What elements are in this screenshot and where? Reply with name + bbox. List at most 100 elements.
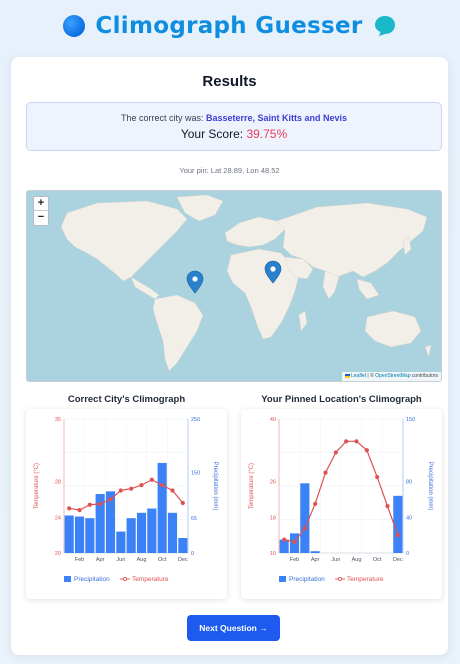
correct-city-name: Basseterre, Saint Kitts and Nevis xyxy=(205,113,348,123)
pinned-chart-title: Your Pinned Location's Climograph xyxy=(261,394,422,405)
temperature-point xyxy=(118,488,123,493)
x-tick: Aug xyxy=(137,557,147,563)
precip-bar xyxy=(167,512,178,553)
correct-chart-title: Correct City's Climograph xyxy=(67,394,186,405)
speech-bubble-icon xyxy=(374,16,395,36)
legend-precip-swatch xyxy=(279,576,286,582)
temperature-point xyxy=(323,470,328,475)
app-title: Climograph Guesser xyxy=(95,13,363,39)
ukraine-flag-icon xyxy=(344,373,350,378)
x-tick: Jun xyxy=(116,557,125,563)
zoom-out-button[interactable]: − xyxy=(34,211,48,225)
temperature-point xyxy=(129,486,134,491)
map-attribution: Leaflet | © OpenStreetMap contributors xyxy=(341,372,441,381)
correct-climograph-card: 20 24 28 35 0 65 150 250 Feb Apr Jun Aug Oct Dec Tempe… xyxy=(26,409,227,599)
y-right-axis-label: Precipitation (mm) xyxy=(212,462,218,511)
temperature-point xyxy=(354,439,359,444)
legend-precip-swatch xyxy=(64,576,71,582)
y-left-tick: 28 xyxy=(55,480,61,486)
legend-precip-label: Precipitation xyxy=(289,576,325,583)
temperature-point xyxy=(149,477,154,482)
temperature-point xyxy=(292,539,297,544)
osm-link[interactable]: OpenStreetMap xyxy=(375,373,410,379)
y-left-tick: 10 xyxy=(270,551,276,557)
legend-precip-label: Precipitation xyxy=(74,576,110,583)
score-line: Your Score: 39.75% xyxy=(27,127,441,141)
y-right-tick: 0 xyxy=(406,551,409,557)
legend-temp-marker xyxy=(338,576,343,581)
precip-bar xyxy=(64,515,74,553)
y-left-axis-label: Temperature (°C) xyxy=(249,463,255,509)
precip-bar xyxy=(300,483,310,553)
results-card: Results The correct city was: Basseterre… xyxy=(11,57,448,655)
precip-bar xyxy=(178,537,188,553)
map-zoom-control: + − xyxy=(33,196,49,226)
temperature-point xyxy=(98,501,103,506)
y-left-tick: 18 xyxy=(270,515,276,521)
results-title: Results xyxy=(202,73,257,90)
x-tick: Jun xyxy=(331,557,340,563)
x-tick: Oct xyxy=(158,557,167,563)
next-question-button[interactable]: Next Question → xyxy=(187,615,280,641)
temperature-point xyxy=(77,508,82,513)
pinned-climograph: 10 18 26 40 0 40 80 150 Feb Apr Jun Aug Oct Dec Temper… xyxy=(249,417,433,583)
legend-temp-label: Temperature xyxy=(347,576,384,583)
attribution-separator: | © xyxy=(366,373,376,379)
y-left-tick: 35 xyxy=(55,417,61,423)
y-right-tick: 250 xyxy=(191,417,200,423)
temperature-point xyxy=(170,488,175,493)
precip-bar xyxy=(147,508,157,553)
correct-city-prefix: The correct city was: xyxy=(120,113,204,123)
attribution-contributors: contributors xyxy=(410,373,438,379)
x-tick: Aug xyxy=(352,557,362,563)
temperature-point xyxy=(160,483,165,488)
y-right-tick: 80 xyxy=(406,480,412,486)
temperature-point xyxy=(385,504,390,509)
correct-city-line: The correct city was: Basseterre, Saint … xyxy=(27,113,441,123)
zoom-in-button[interactable]: + xyxy=(34,197,48,211)
y-left-tick: 26 xyxy=(270,480,276,486)
temperature-point xyxy=(108,497,113,502)
y-right-axis-label: Precipitation (mm) xyxy=(427,462,433,511)
precip-bar xyxy=(74,516,85,553)
precip-bar xyxy=(136,512,147,553)
x-tick: Apr xyxy=(96,557,105,563)
y-right-tick: 150 xyxy=(191,471,200,477)
temperature-point xyxy=(395,533,400,538)
x-tick: Feb xyxy=(290,557,299,563)
temperature-point xyxy=(139,483,144,488)
app-header: Climograph Guesser xyxy=(0,0,460,52)
correct-climograph: 20 24 28 35 0 65 150 250 Feb Apr Jun Aug Oct Dec Tempe… xyxy=(34,417,218,583)
globe-icon xyxy=(63,15,86,37)
result-summary-box: The correct city was: Basseterre, Saint … xyxy=(26,102,442,151)
temperature-point xyxy=(364,448,369,453)
temperature-point xyxy=(375,474,380,480)
score-label: Your Score: xyxy=(180,127,244,141)
world-map[interactable]: + − Leaflet | © OpenStreetMap contributo… xyxy=(26,190,442,382)
legend-temp-label: Temperature xyxy=(132,576,169,583)
temperature-point xyxy=(302,526,307,531)
temperature-point xyxy=(282,537,287,542)
x-tick: Oct xyxy=(373,557,382,563)
temperature-point xyxy=(67,506,72,511)
x-tick: Feb xyxy=(75,557,84,563)
y-right-tick: 65 xyxy=(191,516,197,522)
temperature-point xyxy=(180,500,185,506)
x-tick: Dec xyxy=(393,557,403,563)
precip-bar xyxy=(126,518,136,553)
pinned-climograph-card: 10 18 26 40 0 40 80 150 Feb Apr Jun Aug Oct Dec Temper… xyxy=(241,409,442,599)
y-left-tick: 24 xyxy=(55,515,61,521)
precip-bar xyxy=(157,462,167,553)
y-right-tick: 0 xyxy=(191,551,194,557)
y-left-axis-label: Temperature (°C) xyxy=(34,463,40,509)
y-left-tick: 40 xyxy=(270,417,276,423)
temperature-point xyxy=(87,502,92,507)
leaflet-link[interactable]: Leaflet xyxy=(351,373,366,379)
precip-bar xyxy=(116,531,126,553)
map-canvas[interactable] xyxy=(27,191,442,382)
x-tick: Dec xyxy=(178,557,188,563)
temperature-point xyxy=(344,439,349,444)
y-left-tick: 20 xyxy=(55,551,61,557)
pin-coordinates: Your pin: Lat 28.89, Lon 48.52 xyxy=(179,166,280,175)
score-value: 39.75% xyxy=(246,127,288,141)
